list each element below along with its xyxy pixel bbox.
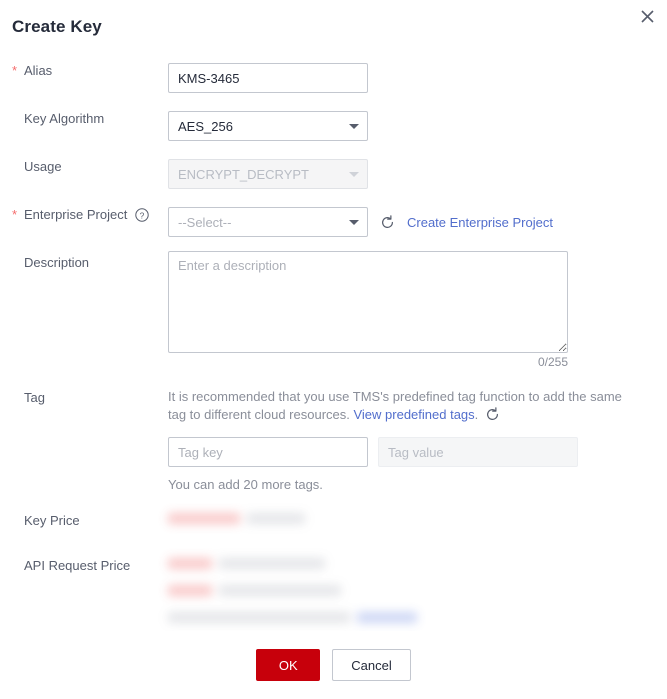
field-row-key-price: * Key Price <box>0 513 667 531</box>
description-char-counter: 0/255 <box>537 355 568 369</box>
api-request-price-redacted-content <box>168 558 568 630</box>
redacted-bar <box>168 558 212 569</box>
page-title: Create Key <box>12 17 102 36</box>
refresh-icon[interactable] <box>380 214 395 230</box>
field-row-enterprise-project: * Enterprise Project ? --Select-- Create… <box>0 207 667 237</box>
key-algorithm-control-col: AES_256 <box>168 111 667 141</box>
usage-control-col: ENCRYPT_DECRYPT <box>168 159 667 189</box>
usage-label-col: * Usage <box>0 159 168 174</box>
redacted-bar <box>168 513 240 524</box>
tag-control-col: It is recommended that you use TMS's pre… <box>168 388 667 492</box>
key-algorithm-label-col: * Key Algorithm <box>0 111 168 126</box>
view-predefined-tags-link[interactable]: View predefined tags <box>353 407 474 422</box>
redacted-bar <box>168 585 212 596</box>
redacted-bar <box>357 612 417 623</box>
alias-control-col <box>168 63 667 93</box>
description-label-col: * Description <box>0 251 168 270</box>
help-circle-icon[interactable]: ? <box>135 207 150 222</box>
redacted-bar <box>219 558 325 569</box>
field-row-key-algorithm: * Key Algorithm AES_256 <box>0 111 667 141</box>
ok-button[interactable]: OK <box>256 649 321 681</box>
close-button[interactable] <box>636 5 658 27</box>
key-algorithm-select[interactable]: AES_256 <box>168 111 368 141</box>
usage-select-value: ENCRYPT_DECRYPT <box>168 159 368 189</box>
tag-fields-row <box>168 437 667 467</box>
create-enterprise-project-link[interactable]: Create Enterprise Project <box>407 215 553 230</box>
api-request-price-control-col <box>168 558 667 630</box>
enterprise-project-control-col: --Select-- Create Enterprise Project <box>168 207 667 237</box>
field-row-usage: * Usage ENCRYPT_DECRYPT <box>0 159 667 189</box>
key-price-label-col: * Key Price <box>0 513 168 528</box>
redacted-bar <box>247 513 305 524</box>
create-key-dialog: Create Key * Alias * Key Algorithm <box>0 0 667 699</box>
tag-hint-part2: . <box>474 407 479 422</box>
description-wrapper: 0/255 <box>168 251 568 369</box>
refresh-icon[interactable] <box>485 407 500 422</box>
svg-text:?: ? <box>140 210 145 220</box>
key-algorithm-label: Key Algorithm <box>24 111 105 126</box>
description-control-col: 0/255 <box>168 251 667 369</box>
alias-label: Alias <box>24 63 53 78</box>
api-request-price-label: API Request Price <box>24 558 131 573</box>
redacted-bar <box>219 585 341 596</box>
key-price-label: Key Price <box>24 513 80 528</box>
tag-label: Tag <box>24 390 45 405</box>
required-marker: * <box>12 207 18 222</box>
enterprise-project-label: Enterprise Project <box>24 207 128 222</box>
key-price-redacted-content <box>168 513 368 531</box>
key-algorithm-select-value[interactable]: AES_256 <box>168 111 368 141</box>
field-row-description: * Description 0/255 <box>0 251 667 369</box>
api-request-price-label-col: * API Request Price <box>0 558 168 573</box>
enterprise-project-select-value[interactable]: --Select-- <box>168 207 368 237</box>
enterprise-project-select[interactable]: --Select-- <box>168 207 368 237</box>
alias-label-col: * Alias <box>0 63 168 78</box>
description-textarea[interactable] <box>168 251 568 353</box>
description-label: Description <box>24 255 90 270</box>
tag-value-input <box>378 437 578 467</box>
field-row-alias: * Alias <box>0 63 667 93</box>
dialog-footer: OK Cancel <box>0 631 667 699</box>
tag-remaining-note: You can add 20 more tags. <box>168 477 323 492</box>
tag-key-input[interactable] <box>168 437 368 467</box>
usage-select: ENCRYPT_DECRYPT <box>168 159 368 189</box>
usage-label: Usage <box>24 159 62 174</box>
field-row-tag: * Tag It is recommended that you use TMS… <box>0 388 667 492</box>
close-icon <box>640 9 654 23</box>
alias-input[interactable] <box>168 63 368 93</box>
dialog-body: * Alias * Key Algorithm AES_256 <box>0 48 667 699</box>
field-row-api-request-price: * API Request Price <box>0 558 667 630</box>
tag-label-col: * Tag <box>0 388 168 405</box>
required-marker: * <box>12 63 18 78</box>
redacted-bar <box>168 612 350 623</box>
dialog-header: Create Key <box>0 0 667 48</box>
cancel-button[interactable]: Cancel <box>332 649 411 681</box>
tag-hint-text: It is recommended that you use TMS's pre… <box>168 388 623 424</box>
enterprise-project-label-col: * Enterprise Project ? <box>0 207 168 222</box>
key-price-control-col <box>168 513 667 531</box>
